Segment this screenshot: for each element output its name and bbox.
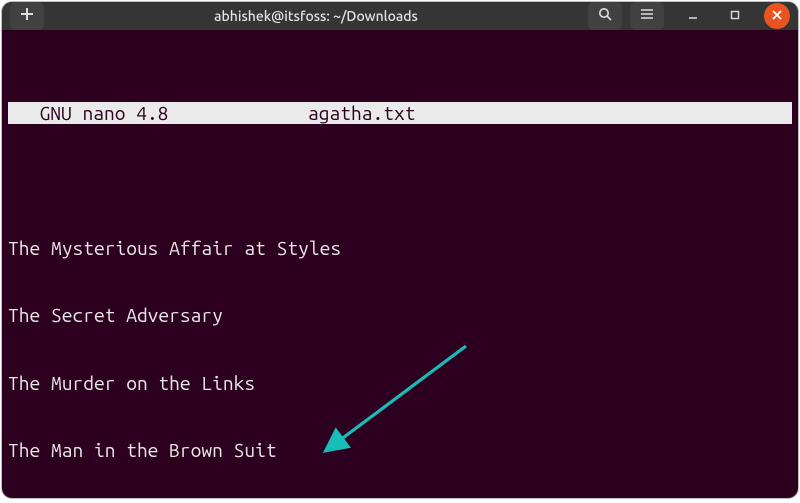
nano-app-name: GNU nano 4.8 (8, 102, 308, 125)
file-line: The Secret Adversary (8, 304, 792, 327)
file-line: The Murder on the Links (8, 372, 792, 395)
nano-filename: agatha.txt (308, 102, 792, 125)
nano-header: GNU nano 4.8 agatha.txt (8, 102, 792, 125)
minimize-icon (687, 7, 699, 25)
new-tab-button[interactable] (10, 2, 44, 30)
minimize-button[interactable] (680, 3, 706, 29)
search-icon (598, 7, 612, 25)
terminal-window: abhishek@itsfoss: ~/Downloads (2, 2, 798, 498)
file-line: The Man in the Brown Suit (8, 439, 792, 462)
close-button[interactable] (764, 3, 790, 29)
window-title: abhishek@itsfoss: ~/Downloads (52, 8, 580, 24)
plus-icon (20, 7, 34, 25)
terminal-area[interactable]: GNU nano 4.8 agatha.txt The Mysterious A… (2, 30, 798, 498)
menu-button[interactable] (630, 2, 664, 30)
hamburger-icon (640, 7, 654, 25)
search-button[interactable] (588, 2, 622, 30)
file-line: The Mysterious Affair at Styles (8, 237, 792, 260)
maximize-icon (729, 7, 741, 25)
maximize-button[interactable] (722, 3, 748, 29)
file-content: The Mysterious Affair at Styles The Secr… (8, 192, 792, 499)
titlebar: abhishek@itsfoss: ~/Downloads (2, 2, 798, 30)
close-icon (771, 7, 783, 25)
